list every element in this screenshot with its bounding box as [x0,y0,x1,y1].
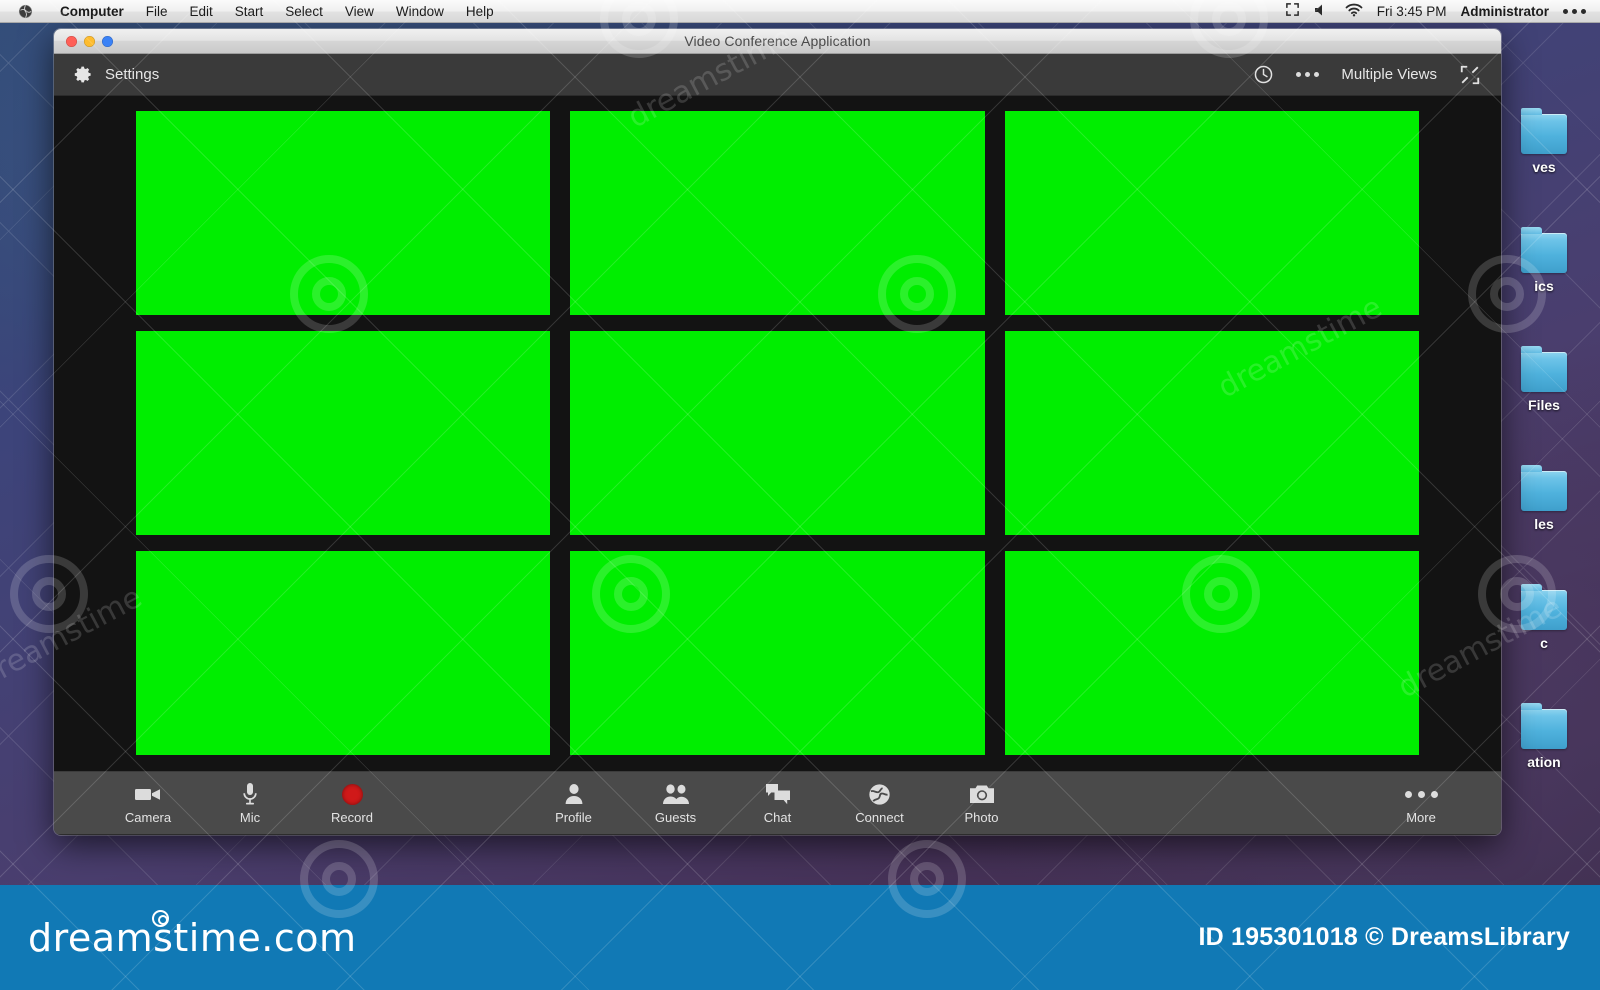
menu-item-help[interactable]: Help [455,0,505,23]
video-conference-window: Video Conference Application Settings Mu… [54,29,1501,835]
gear-icon[interactable] [74,65,93,84]
photo-camera-icon [969,781,995,807]
folder-icon [1521,346,1567,392]
clock-icon[interactable] [1253,64,1274,85]
call-controls-toolbar: Camera Mic Record Profile Guests Chat Co… [54,771,1501,834]
record-dot-icon [341,781,363,807]
wifi-icon[interactable] [1345,3,1363,20]
desktop-folder[interactable]: c [1488,532,1600,651]
person-icon [564,781,584,807]
desktop-folder[interactable]: les [1488,413,1600,532]
video-tile[interactable] [136,331,551,535]
apple-logo-icon[interactable] [18,4,33,19]
ellipsis-icon [1404,781,1438,807]
record-label: Record [331,810,373,825]
folder-icon [1521,584,1567,630]
desktop-folder[interactable]: Files [1488,294,1600,413]
chat-label: Chat [763,810,792,825]
profile-label: Profile [555,810,592,825]
video-tile[interactable] [1004,331,1419,535]
volume-icon[interactable] [1314,3,1331,20]
window-title: Video Conference Application [684,33,871,49]
video-tile[interactable] [1004,551,1419,755]
profile-button[interactable]: Profile [542,781,606,825]
folder-label: ics [1534,278,1554,294]
expand-fullscreen-icon[interactable] [1459,64,1481,86]
guests-button[interactable]: Guests [644,781,708,825]
menu-item-start[interactable]: Start [224,0,275,23]
connect-label: Connect [855,810,904,825]
desktop-folder-column: ves ics Files les c ation [1488,56,1600,770]
video-tile[interactable] [570,111,985,315]
folder-label: ation [1527,754,1561,770]
video-tile[interactable] [136,111,551,315]
window-title-bar[interactable]: Video Conference Application [54,29,1501,54]
video-tile[interactable] [570,551,985,755]
desktop-folder[interactable]: ics [1488,175,1600,294]
more-label: More [1406,810,1436,825]
view-mode-label[interactable]: Multiple Views [1341,66,1437,83]
more-button[interactable]: More [1389,781,1453,825]
chat-bubbles-icon [765,781,791,807]
mic-button[interactable]: Mic [218,781,282,825]
folder-icon [1521,465,1567,511]
globe-icon [868,781,891,807]
menu-bar-clock[interactable]: Fri 3:45 PM [1377,4,1447,19]
video-grid [54,96,1501,771]
folder-label: les [1534,516,1554,532]
menu-bar-user[interactable]: Administrator [1460,4,1549,19]
mic-label: Mic [239,810,261,825]
folder-label: c [1540,635,1548,651]
folder-label: Files [1528,397,1560,413]
image-id-credit: ID 195301018 © DreamsLibrary [1198,923,1570,951]
record-button[interactable]: Record [320,781,384,825]
settings-label[interactable]: Settings [105,66,159,83]
folder-icon [1521,227,1567,273]
desktop-folder[interactable]: ves [1488,56,1600,175]
guests-label: Guests [654,810,697,825]
dreamstime-logo: dreamstime.com [0,909,357,960]
system-menu-bar: Computer File Edit Start Select View Win… [0,0,1600,23]
photo-button[interactable]: Photo [950,781,1014,825]
chat-button[interactable]: Chat [746,781,810,825]
camera-label: Camera [124,810,172,825]
people-group-icon [662,781,690,807]
menu-item-file[interactable]: File [135,0,179,23]
connect-button[interactable]: Connect [848,781,912,825]
menu-item-edit[interactable]: Edit [179,0,224,23]
folder-icon [1521,703,1567,749]
menu-item-computer[interactable]: Computer [49,0,135,23]
video-camera-icon [134,781,162,807]
folder-icon [1521,108,1567,154]
fullscreen-icon[interactable] [1285,2,1300,20]
app-toolbar: Settings Multiple Views [54,54,1501,96]
video-tile[interactable] [570,331,985,535]
folder-label: ves [1532,159,1556,175]
ellipsis-icon[interactable] [1563,8,1586,14]
video-tile[interactable] [136,551,551,755]
menu-item-view[interactable]: View [334,0,385,23]
dreamstime-logo-text: dreamstime.com [28,915,357,960]
menu-item-select[interactable]: Select [274,0,334,23]
menu-item-window[interactable]: Window [385,0,455,23]
desktop-folder[interactable]: ation [1488,651,1600,770]
dreamstime-spiral-icon [152,909,169,927]
microphone-icon [242,781,258,807]
camera-button[interactable]: Camera [116,781,180,825]
watermark-band: dreamstime.com ID 195301018 © DreamsLibr… [0,885,1600,990]
ellipsis-icon[interactable] [1296,72,1320,77]
video-tile[interactable] [1004,111,1419,315]
photo-label: Photo [964,810,999,825]
